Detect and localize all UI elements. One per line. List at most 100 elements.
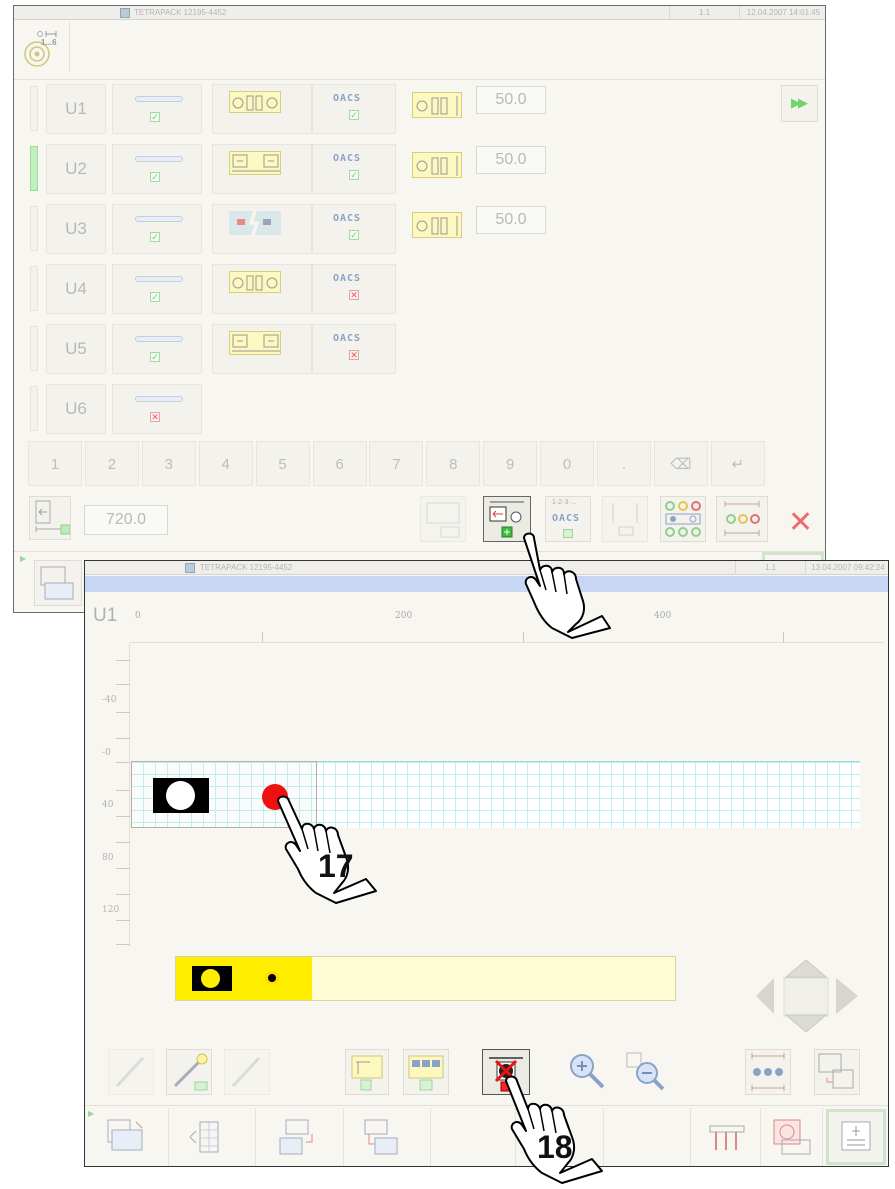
unit-label-5[interactable]: U5: [46, 324, 106, 374]
transfer-in-button[interactable]: [355, 1112, 409, 1162]
cross-icon: ✕: [150, 412, 160, 422]
distance-cell[interactable]: 50.0: [404, 84, 554, 134]
unit-label-6[interactable]: U6: [46, 384, 106, 434]
edit-layout-button[interactable]: [420, 496, 466, 542]
marker-colors-button[interactable]: [660, 496, 706, 542]
copy-layout-button[interactable]: [814, 1049, 860, 1095]
tools-button[interactable]: [700, 1112, 754, 1162]
layout-cell[interactable]: [212, 324, 312, 374]
keypad-key[interactable]: ↵: [710, 441, 765, 486]
oacs-cell[interactable]: OACS ✓: [312, 144, 396, 194]
distance-value[interactable]: 50.0: [476, 146, 546, 174]
keypad-key[interactable]: 8: [426, 441, 481, 486]
roll-status-cell[interactable]: ✕: [112, 384, 202, 434]
window2-title: TETRAPACK 12195-4452: [200, 563, 293, 572]
x-tick-mark: [262, 632, 263, 642]
keypad-key[interactable]: 3: [141, 441, 196, 486]
keypad-key[interactable]: 5: [255, 441, 310, 486]
arrow-up-button[interactable]: [786, 960, 826, 978]
unit-label-3[interactable]: U3: [46, 204, 106, 254]
mark-layout-icon: [229, 151, 281, 175]
y-label-neg40: -40: [102, 695, 117, 705]
layout-cell[interactable]: [212, 84, 312, 134]
distance-view-button[interactable]: [745, 1049, 791, 1095]
keypad-key[interactable]: 2: [84, 441, 139, 486]
check-icon: ✓: [150, 352, 160, 362]
nav-strip-2: [85, 1105, 888, 1106]
pen-tool-button-1[interactable]: [108, 1049, 154, 1095]
fast-forward-button[interactable]: ▶▶: [781, 85, 818, 122]
layout-cell[interactable]: [212, 204, 312, 254]
arrow-right-button[interactable]: [836, 978, 860, 1014]
main-screen-button[interactable]: [98, 1112, 152, 1162]
mark-sequence-button[interactable]: [403, 1049, 449, 1095]
layout-cell[interactable]: [212, 144, 312, 194]
nav-strip: [14, 551, 825, 552]
y-tick-mark: [116, 920, 130, 921]
check-icon: ✓: [150, 292, 160, 302]
check-icon: ✓: [349, 230, 359, 240]
y-tick-mark: [116, 712, 130, 713]
distance-cell[interactable]: 50.0: [404, 204, 554, 254]
roll-counter-icon[interactable]: [22, 22, 70, 72]
distance-value[interactable]: 50.0: [476, 86, 546, 114]
y-tick-mark: [116, 894, 130, 895]
oacs-cell[interactable]: OACS ✕: [312, 264, 396, 314]
keypad-key[interactable]: .: [597, 441, 651, 486]
check-icon: ✓: [349, 170, 359, 180]
check-icon: ✓: [150, 232, 160, 242]
sensor-position-button[interactable]: [345, 1049, 389, 1095]
row-marker: [30, 86, 38, 131]
oacs-cell[interactable]: OACS ✕: [312, 324, 396, 374]
pen-tool-button-2[interactable]: [166, 1049, 212, 1095]
roll-icon: [135, 336, 183, 342]
keypad-key[interactable]: 4: [198, 441, 253, 486]
pen-tool-button-3[interactable]: [224, 1049, 270, 1095]
arrow-left-button[interactable]: [754, 978, 776, 1014]
oacs-cell[interactable]: OACS ✓: [312, 84, 396, 134]
row-marker: [30, 326, 38, 371]
oacs-text: OACS: [333, 153, 362, 164]
confirm-button[interactable]: [826, 1109, 886, 1165]
y-tick-mark: [116, 842, 130, 843]
oacs-text: OACS: [333, 333, 362, 344]
transfer-out-button[interactable]: [270, 1112, 324, 1162]
layout-cell[interactable]: [212, 264, 312, 314]
print-button[interactable]: [764, 1112, 818, 1162]
oacs-text: OACS: [333, 93, 362, 104]
unit-label-4[interactable]: U4: [46, 264, 106, 314]
keypad-key[interactable]: 6: [312, 441, 367, 486]
roll-status-cell[interactable]: ✓: [112, 204, 202, 254]
keypad-key[interactable]: ⌫: [653, 441, 708, 486]
roll-status-cell[interactable]: ✓: [112, 324, 202, 374]
cancel-button[interactable]: ✕: [780, 505, 820, 545]
unit-label-1[interactable]: U1: [46, 84, 106, 134]
row-marker: [30, 266, 38, 311]
distance-cell[interactable]: 50.0: [404, 144, 554, 194]
y-tick-mark: [116, 684, 130, 685]
keypad-key[interactable]: 9: [483, 441, 538, 486]
check-icon: ✓: [349, 110, 359, 120]
nav-separator: [168, 1108, 169, 1166]
unit-label-2[interactable]: U2: [46, 144, 106, 194]
table-view-button[interactable]: [180, 1112, 234, 1162]
distance-value[interactable]: 50.0: [476, 206, 546, 234]
pointing-hand-1: [523, 532, 611, 639]
distance-setup-button[interactable]: [716, 496, 768, 542]
step-18-label: 18: [537, 1129, 573, 1165]
row-marker: [30, 386, 38, 431]
keypad-key[interactable]: 0: [540, 441, 595, 486]
nav-separator: [690, 1108, 691, 1166]
repeat-length-value[interactable]: 720.0: [84, 505, 168, 535]
overview-screen-button[interactable]: [34, 560, 82, 606]
roll-status-cell[interactable]: ✓: [112, 144, 202, 194]
roll-icon: [135, 156, 183, 162]
repeat-length-icon[interactable]: [29, 496, 71, 540]
oacs-cell[interactable]: OACS ✓: [312, 204, 396, 254]
zoom-out-button[interactable]: [623, 1049, 669, 1095]
keypad-key[interactable]: 7: [369, 441, 424, 486]
roll-status-cell[interactable]: ✓: [112, 84, 202, 134]
keypad-key[interactable]: 1: [28, 441, 82, 486]
roll-status-cell[interactable]: ✓: [112, 264, 202, 314]
arrow-down-button[interactable]: [786, 1015, 826, 1033]
